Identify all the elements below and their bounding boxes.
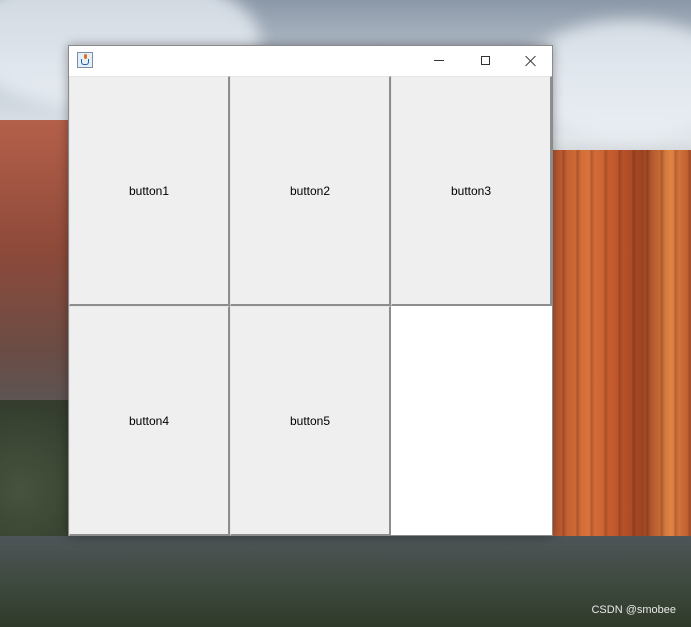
java-coffee-icon[interactable] xyxy=(77,52,93,68)
close-button[interactable] xyxy=(508,46,554,75)
title-bar[interactable] xyxy=(69,46,552,76)
button-3[interactable]: button3 xyxy=(391,76,552,306)
minimize-icon xyxy=(434,60,444,61)
close-icon xyxy=(525,55,537,67)
app-window: button1 button2 button3 button4 button5 xyxy=(68,45,553,536)
cliff-bottom xyxy=(0,536,691,627)
button-2[interactable]: button2 xyxy=(230,76,391,306)
maximize-icon xyxy=(480,56,490,65)
watermark-text: CSDN @smobee xyxy=(591,604,676,616)
maximize-button[interactable] xyxy=(462,46,508,75)
button-5-label: button5 xyxy=(289,413,331,428)
minimize-button[interactable] xyxy=(416,46,462,75)
button-5[interactable]: button5 xyxy=(230,306,391,536)
button-2-label: button2 xyxy=(289,183,331,198)
grid-panel: button1 button2 button3 button4 button5 xyxy=(69,76,552,536)
button-3-label: button3 xyxy=(450,183,492,198)
button-4[interactable]: button4 xyxy=(69,306,230,536)
button-1[interactable]: button1 xyxy=(69,76,230,306)
button-4-label: button4 xyxy=(128,413,170,428)
button-1-label: button1 xyxy=(128,183,170,198)
